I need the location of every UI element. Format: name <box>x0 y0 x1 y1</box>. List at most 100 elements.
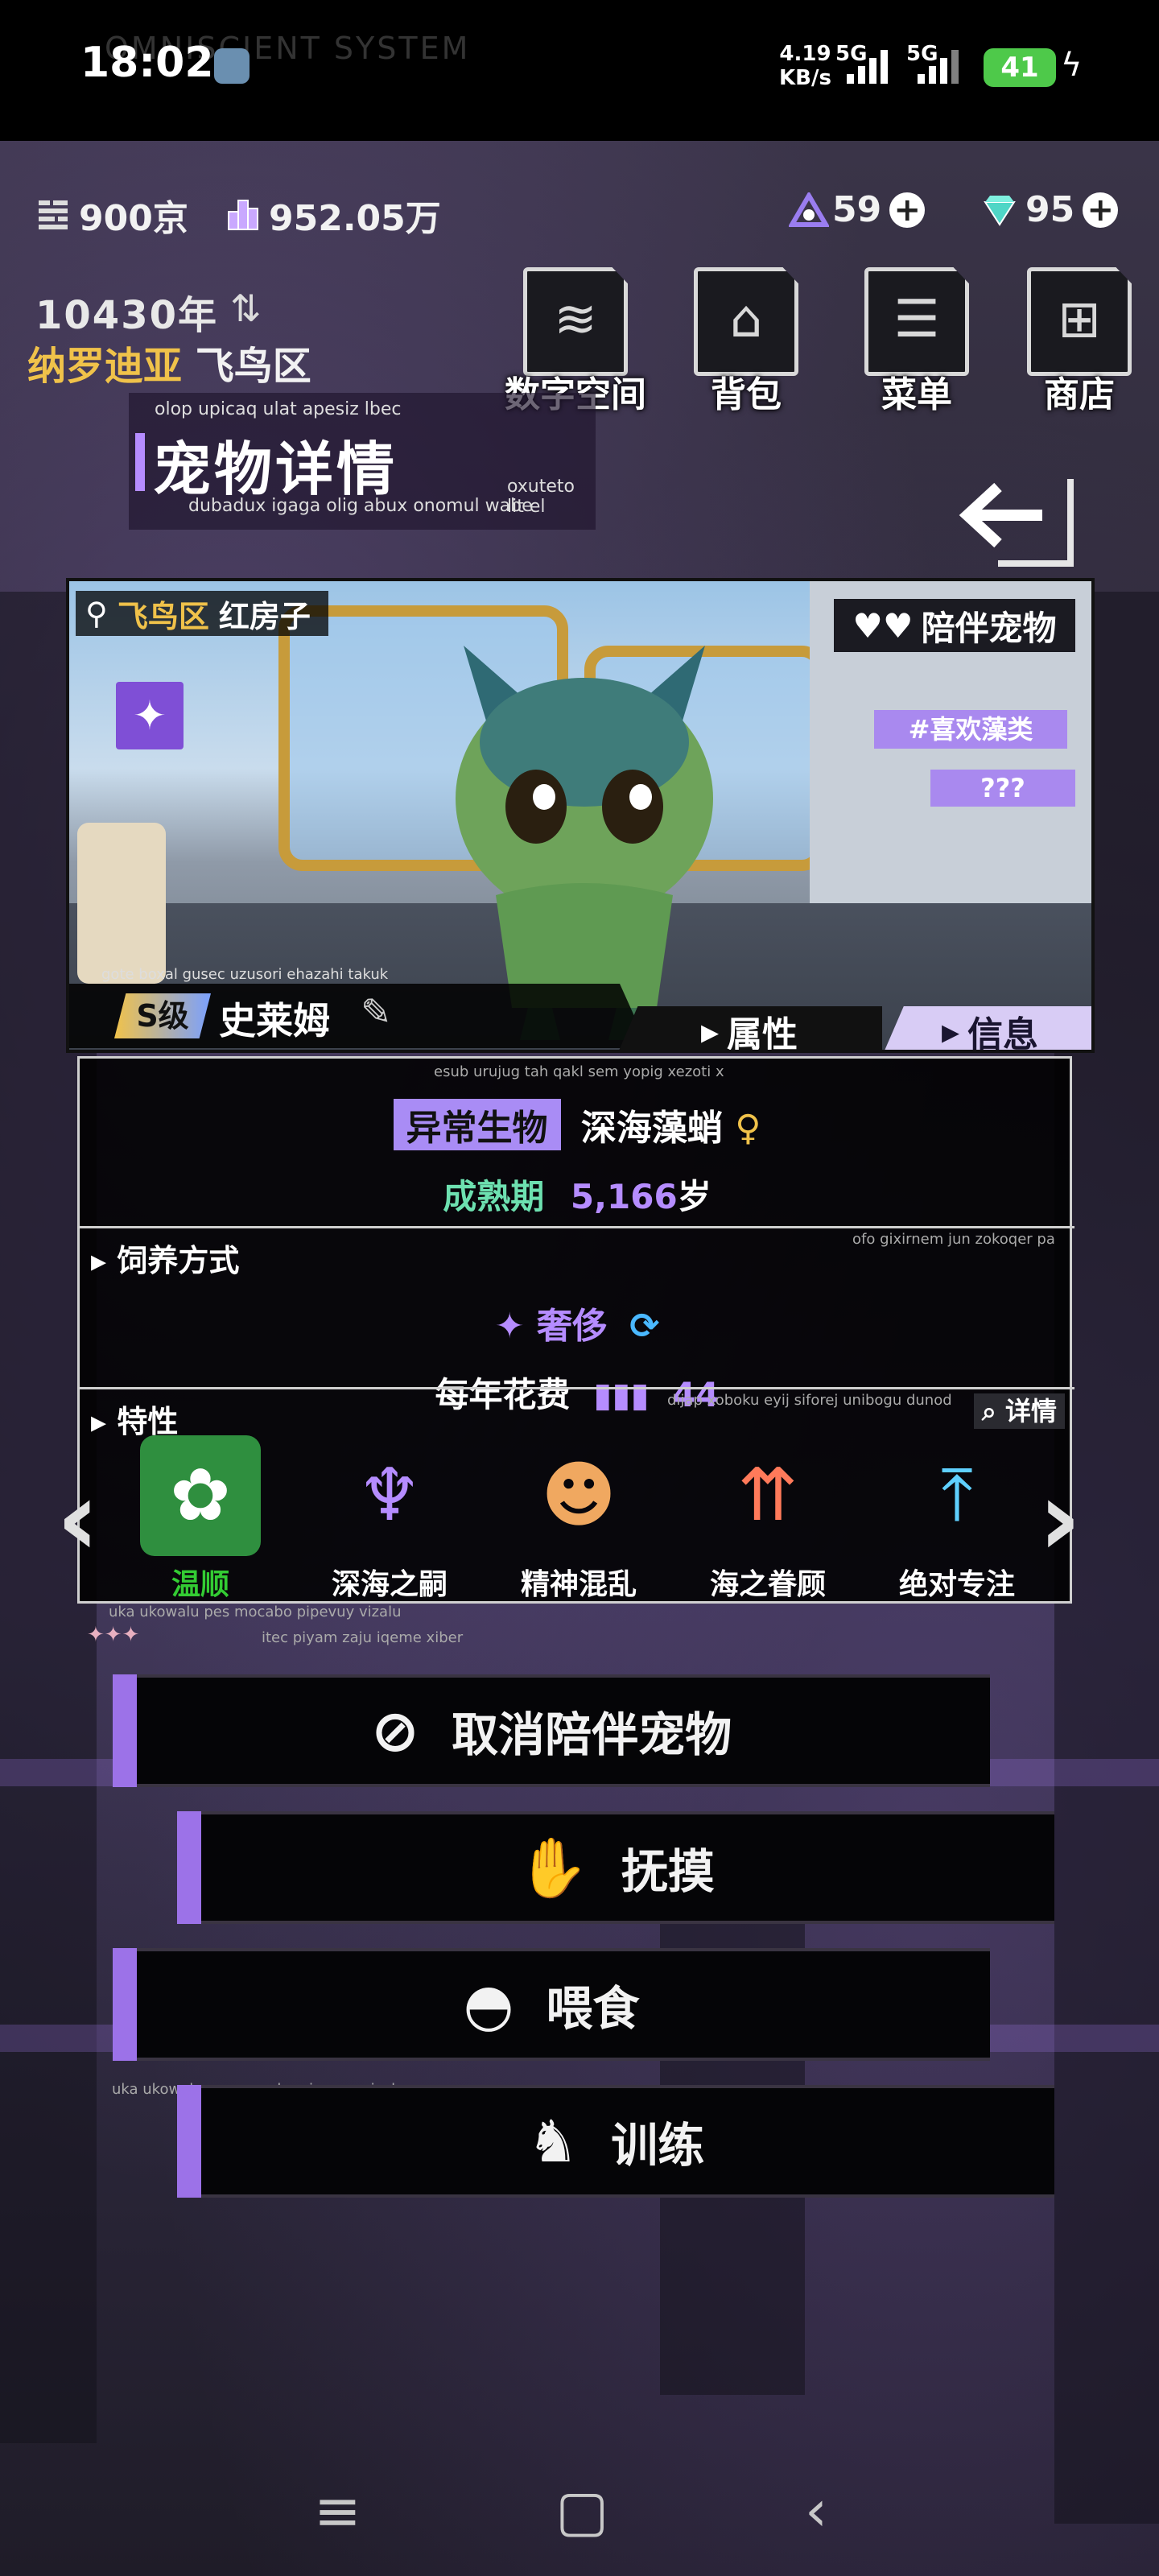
time-cycle-icon[interactable]: ⇅ <box>230 287 262 330</box>
trait-item[interactable]: ♆ 深海之嗣 <box>301 1435 478 1604</box>
feeding-mode: 奢侈 <box>536 1306 608 1347</box>
game-year: 10430年 <box>35 293 218 338</box>
title-accent-bar <box>135 433 145 491</box>
hearts-icon: ♥♥ <box>852 605 914 646</box>
info-panel: esub urujug tah qakl sem yopig xezoti x … <box>77 1056 1074 2098</box>
search-icon: ⌕ <box>981 1396 996 1426</box>
tab-info[interactable]: ▸ 信息 <box>882 1006 1091 1053</box>
cubes-amount: 952.05万 <box>269 198 441 239</box>
trait-name: 海之眷顾 <box>709 1568 826 1601</box>
currency-gems: 95 + <box>982 189 1119 230</box>
region-district: 飞鸟区 <box>195 344 311 389</box>
nav-bag-button[interactable]: ⌂ 背包 <box>686 267 806 415</box>
signal-bars-icon <box>918 50 959 84</box>
gems-amount: 95 <box>1025 189 1075 230</box>
chip-icon <box>35 197 71 233</box>
trait-name: 绝对专注 <box>898 1568 1015 1601</box>
region-country: 纳罗迪亚 <box>27 344 183 389</box>
species-badge: 异常生物 <box>393 1099 561 1150</box>
net-speed-unit: KB/s <box>779 66 831 90</box>
traits-detail-button[interactable]: ⌕ 详情 <box>973 1393 1065 1429</box>
action-label: 训练 <box>611 2118 705 2173</box>
location-pin-icon: ⚲ <box>85 596 108 631</box>
tokens-amount: 59 <box>832 189 882 230</box>
recent-apps-button[interactable]: ≡ <box>314 2478 361 2544</box>
nav-shop-button[interactable]: ⊞ 商店 <box>1019 267 1140 415</box>
traits-label: 特性 <box>117 1404 179 1439</box>
back-nav-button[interactable]: ‹ <box>805 2478 827 2544</box>
tab-label: 信息 <box>967 1014 1039 1053</box>
feeding-decor: ofo gixirnem jun zokoqer pa <box>852 1231 1055 1248</box>
location-tag: ⚲ 飞鸟区 红房子 <box>76 591 328 636</box>
tab-arrow-icon: ▸ <box>700 1010 720 1052</box>
feed-button[interactable]: ◓ 喂食 <box>113 1948 990 2061</box>
nav-menu-button[interactable]: ☰ 菜单 <box>856 267 977 415</box>
traits-next-arrow[interactable]: › <box>1038 1457 1082 1579</box>
companion-label: 陪伴宠物 <box>921 608 1057 648</box>
info-decor-top: esub urujug tah qakl sem yopig xezoti x <box>434 1063 724 1080</box>
location-district: 飞鸟区 <box>117 598 209 634</box>
net-speed-value: 4.19 <box>779 42 831 66</box>
traits-prev-arrow[interactable]: ‹ <box>56 1457 100 1579</box>
feeding-mode-icon: ✦ <box>494 1306 537 1347</box>
trait-item[interactable]: ✿ 温顺 <box>112 1435 289 1604</box>
pet-button[interactable]: ✋ 抚摸 <box>177 1811 1054 1924</box>
species-name: 深海藻蛸 <box>580 1108 723 1149</box>
refresh-icon[interactable]: ⟳ <box>629 1306 659 1347</box>
menu-icon: ☰ <box>893 290 940 349</box>
tab-attributes[interactable]: ▸ 属性 <box>617 1006 882 1053</box>
action-label: 抚摸 <box>621 1844 715 1899</box>
clock: 18:02 <box>80 39 214 87</box>
nav-label: 商店 <box>1044 374 1115 415</box>
cost-label: 每年花费 <box>435 1375 571 1414</box>
divider <box>80 1226 1074 1228</box>
pet-scene: ⚲ 飞鸟区 红房子 ✦ ♥♥ 陪伴宠物 #喜欢藻类 ??? gote boxal… <box>66 578 1095 1053</box>
info-decor-bottom2: itec piyam zaju iqeme xiber <box>262 1629 464 1646</box>
currency-tokens: 59 + <box>787 189 926 230</box>
nav-label: 背包 <box>711 374 782 415</box>
add-tokens-button[interactable]: + <box>889 192 926 228</box>
growth-row: 成熟期 5,166岁 <box>80 1170 1074 1219</box>
battery-level: 41 <box>984 48 1056 87</box>
chips-amount: 900京 <box>79 198 188 239</box>
page-title-block: olop upicaq ulat apesiz lbec 宠物详情 dubadu… <box>129 393 596 530</box>
currency-cubes: 952.05万 <box>225 189 441 241</box>
up-arrows-icon: ⇈ <box>737 1453 798 1538</box>
traits-list: ✿ 温顺 ♆ 深海之嗣 ☻ 精神混乱 ⇈ 海之眷顾 ⤒ 绝对专注 <box>112 1435 1046 1604</box>
bag-icon: ⌂ <box>729 290 763 349</box>
train-dog-icon: ♞ <box>526 2107 580 2175</box>
trait-item[interactable]: ⤒ 绝对专注 <box>868 1435 1046 1604</box>
pet-hand-icon: ✋ <box>517 1833 589 1901</box>
cotton-flower-icon: ✿ <box>140 1435 261 1556</box>
add-gems-button[interactable]: + <box>1083 192 1119 228</box>
nav-digital-space-button[interactable]: ≋ 数字空间 <box>505 267 646 415</box>
cube-stack-icon: ▮▮▮ <box>593 1375 650 1414</box>
detail-label: 详情 <box>1004 1396 1057 1426</box>
title-decor-small: olop upicaq ulat apesiz lbec <box>155 399 402 419</box>
trait-name: 精神混乱 <box>520 1568 637 1601</box>
sparkle-icon: ✦✦✦ <box>87 1623 140 1647</box>
species-row: 异常生物 深海藻蛸 ♀ <box>80 1099 1074 1150</box>
tab-label: 属性 <box>727 1014 798 1053</box>
traits-section-label: ▸ 特性 <box>91 1404 179 1439</box>
trait-name: 温顺 <box>171 1568 229 1601</box>
pet-type-icon: ✦ <box>116 682 184 749</box>
age-value: 5,166 <box>570 1177 678 1216</box>
trait-item[interactable]: ⇈ 海之眷顾 <box>679 1435 856 1604</box>
home-button[interactable]: ▢ <box>555 2478 608 2544</box>
trait-item[interactable]: ☻ 精神混乱 <box>490 1435 667 1604</box>
preference-tag: #喜欢藻类 <box>874 710 1067 749</box>
gem-icon <box>982 192 1017 228</box>
feeding-mode-row: ✦ 奢侈 ⟳ <box>80 1297 1074 1348</box>
cancel-companion-button[interactable]: ⊘ 取消陪伴宠物 <box>113 1674 990 1787</box>
edit-name-icon[interactable]: ✎ <box>361 990 392 1034</box>
cube-stack-icon <box>225 197 261 233</box>
pet-panel: ⚲ 飞鸟区 红房子 ✦ ♥♥ 陪伴宠物 #喜欢藻类 ??? gote boxal… <box>66 578 1095 2098</box>
train-button[interactable]: ♞ 训练 <box>177 2085 1054 2198</box>
female-icon: ♀ <box>735 1108 761 1149</box>
feeding-label: 饲养方式 <box>117 1243 240 1278</box>
action-label: 喂食 <box>546 1981 640 2036</box>
back-button[interactable] <box>950 463 1079 568</box>
companion-tag: ♥♥ 陪伴宠物 <box>834 599 1075 652</box>
feeding-section-label: ▸ 饲养方式 <box>91 1243 240 1278</box>
